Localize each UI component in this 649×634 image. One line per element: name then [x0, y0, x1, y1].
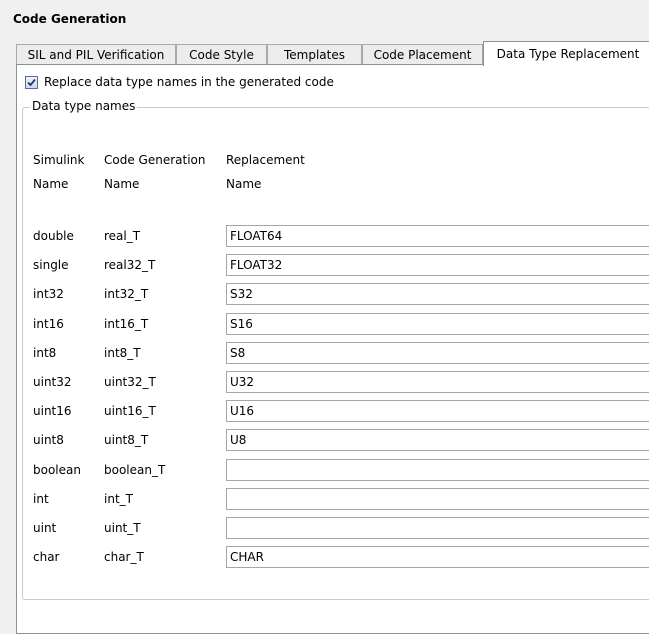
replacement-name-input[interactable]	[226, 458, 649, 481]
replacement-name-input[interactable]	[226, 400, 649, 423]
checkmark-icon	[27, 78, 36, 87]
replacement-name-input[interactable]	[226, 254, 649, 277]
replacement-name-input[interactable]	[226, 225, 649, 247]
page-title: Code Generation	[13, 12, 127, 26]
codegen-type-name: uint8_T	[104, 433, 149, 448]
simulink-type-name: single	[33, 258, 69, 273]
replacement-name-input[interactable]	[226, 517, 649, 539]
replacement-name-input[interactable]	[226, 371, 649, 393]
codegen-type-name: int32_T	[104, 287, 149, 302]
simulink-type-name: int16	[33, 316, 64, 331]
codegen-type-name: uint16_T	[104, 404, 156, 419]
simulink-type-name: int8	[33, 345, 57, 360]
replacement-name-input[interactable]	[226, 487, 649, 510]
header-replacement-line2: Name	[226, 177, 262, 191]
codegen-type-name: real32_T	[104, 258, 156, 273]
codegen-type-name: boolean_T	[104, 462, 166, 477]
simulink-type-name: boolean	[33, 462, 81, 477]
codegen-type-name: char_T	[104, 550, 144, 565]
replacement-name-input[interactable]	[226, 429, 649, 452]
header-simulink-line2: Name	[33, 177, 69, 191]
tab-code-style[interactable]: Code Style	[176, 44, 267, 65]
tab-templates[interactable]: Templates	[267, 44, 362, 65]
replacement-name-input[interactable]	[226, 546, 649, 569]
simulink-type-name: int32	[33, 287, 64, 302]
codegen-type-name: int16_T	[104, 316, 149, 331]
replacement-name-input[interactable]	[226, 283, 649, 306]
simulink-type-name: int	[33, 491, 49, 506]
simulink-type-name: uint	[33, 521, 57, 535]
data-type-names-group-label: Data type names	[30, 99, 138, 113]
simulink-type-name: char	[33, 550, 60, 565]
header-codegen-line2: Name	[104, 177, 140, 191]
replacement-name-input[interactable]	[226, 312, 649, 335]
header-codegen-line1: Code Generation	[104, 153, 206, 167]
replacement-name-input[interactable]	[226, 341, 649, 364]
codegen-type-name: int8_T	[104, 345, 141, 360]
tab-data-type-replacement[interactable]: Data Type Replacement	[483, 41, 649, 66]
tab-sil-pil-verification[interactable]: SIL and PIL Verification	[16, 44, 176, 65]
codegen-type-name: uint32_T	[104, 375, 156, 389]
simulink-type-name: double	[33, 229, 74, 243]
codegen-type-name: real_T	[104, 229, 141, 243]
tab-bar: SIL and PIL Verification Code Style Temp…	[16, 41, 649, 66]
codegen-type-name: int_T	[104, 491, 133, 506]
header-simulink-line1: Simulink	[33, 153, 85, 167]
header-replacement-line1: Replacement	[226, 153, 305, 167]
simulink-type-name: uint8	[33, 433, 64, 448]
codegen-type-name: uint_T	[104, 521, 141, 535]
replace-names-label: Replace data type names in the generated…	[44, 75, 334, 89]
replace-names-checkbox[interactable]	[25, 76, 38, 89]
simulink-type-name: uint32	[33, 375, 72, 389]
simulink-type-name: uint16	[33, 404, 72, 419]
tab-code-placement[interactable]: Code Placement	[362, 44, 483, 65]
